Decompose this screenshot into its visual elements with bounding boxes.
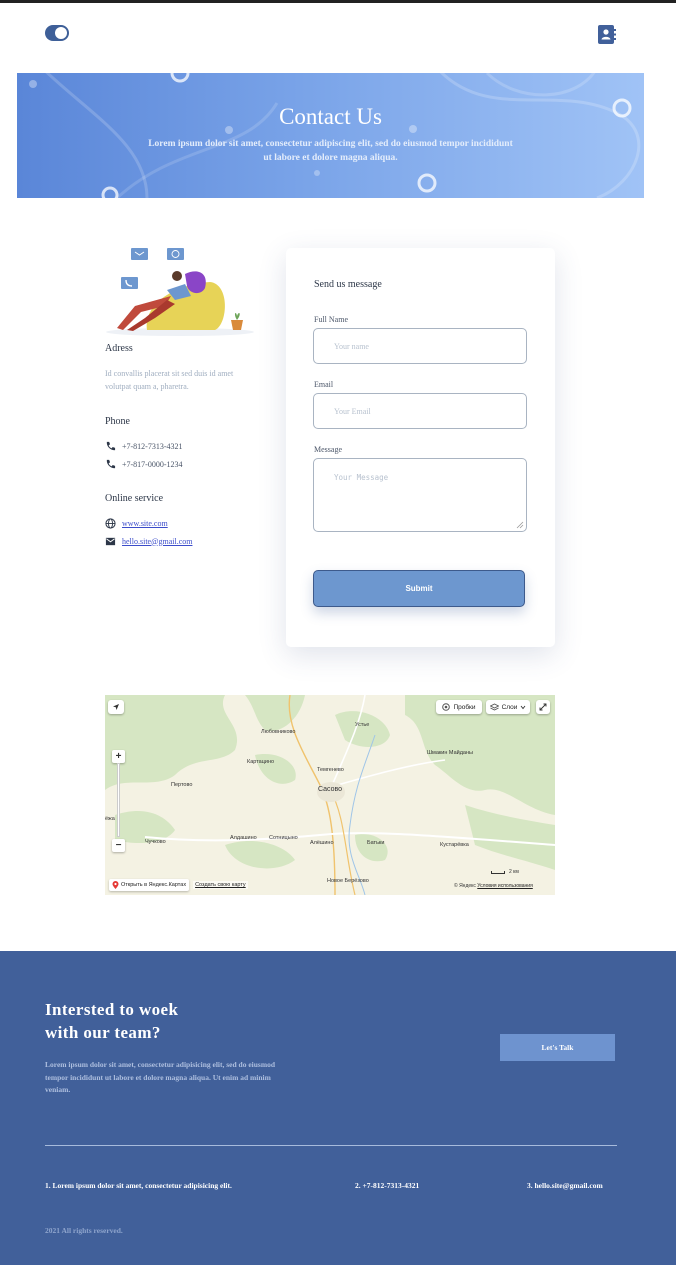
yandex-copyright: © Яндекс [454,883,476,889]
message-textarea[interactable]: Your Message [313,458,527,532]
footer-item-3: 3. hello.site@gmail.com [527,1181,603,1190]
website-link[interactable]: www.site.com [122,519,168,528]
open-in-yandex-button[interactable]: Открыть в Яндекс.Картах [109,879,190,891]
scale-label: 2 км [509,869,519,875]
locate-button[interactable] [108,700,124,714]
map-scale: 2 км [491,869,519,875]
phone-heading: Phone [105,416,130,427]
map-pin-icon [112,881,119,889]
email-row: hello.site@gmail.com [105,535,192,547]
footer-item-1: 1. Lorem ipsum dolor sit amet, consectet… [45,1181,232,1190]
map-place: Устье [355,722,370,728]
contact-illustration [106,248,254,336]
phone-icon [106,441,116,450]
resize-handle-icon[interactable] [516,521,524,529]
hero-decoration [29,73,641,198]
map-place: Сасово [318,786,343,793]
submit-button[interactable]: Submit [313,570,525,607]
map-place: Батьки [367,840,385,846]
full-name-placeholder: Your name [334,341,369,351]
yandex-map[interactable]: Устье Любовниково Шмакин Майданы Картаци… [105,695,555,895]
map-place: Темгенево [317,767,344,773]
globe-icon [105,517,116,529]
footer-heading-line-1: Intersted to woek [45,1000,179,1019]
map-footer-links: Открыть в Яндекс.Картах Создать свою кар… [109,879,248,891]
phone-row: +7-812-7313-4321 [105,440,183,452]
map-place: Кустарёвка [440,842,469,848]
online-service-heading: Online service [105,493,164,504]
phone-number-1: +7-812-7313-4321 [122,441,183,451]
page-title: Contact Us [279,104,382,129]
terms-link[interactable]: Условия использования [477,883,533,889]
footer-divider [45,1145,617,1146]
traffic-label: Пробки [453,703,476,711]
open-in-yandex-label: Открыть в Яндекс.Картах [121,882,187,888]
full-name-label: Full Name [314,315,348,324]
map-place: Шмакин Майданы [427,750,473,756]
zoom-control: + − [112,747,125,855]
form-title: Send us message [314,279,382,290]
top-border [0,0,676,3]
footer-lead-text: Lorem ipsum dolor sit amet, consectetur … [45,1060,276,1094]
chevron-down-icon [521,705,526,709]
zoom-slider[interactable] [117,763,120,837]
full-name-input[interactable]: Your name [313,328,527,364]
zoom-out-button[interactable]: − [112,839,125,852]
message-placeholder: Your Message [334,473,389,482]
phone-icon [106,459,116,468]
traffic-button[interactable]: Пробки [436,700,482,714]
map-terrain [105,695,555,895]
map-place: Картацино [247,759,275,765]
layers-icon [489,703,499,711]
footer: Intersted to woek with our team? Lorem i… [0,951,676,1265]
contact-book-icon[interactable] [598,25,616,44]
footer-item-2: 2. +7-812-7313-4321 [355,1181,420,1190]
email-link[interactable]: hello.site@gmail.com [122,537,192,546]
address-heading: Adress [105,343,133,354]
message-label: Message [314,445,342,454]
create-map-link[interactable]: Создать свою карту [193,881,248,889]
map-copyright: © Яндекс Условия использования [454,883,533,889]
hero-banner: Contact Us Lorem ipsum dolor sit amet, c… [17,73,644,198]
location-arrow-icon [113,704,119,710]
email-placeholder: Your Email [334,406,371,416]
phone-number-2: +7-817-0000-1234 [122,459,183,469]
expand-icon [539,703,547,711]
traffic-icon [442,703,451,711]
email-input[interactable]: Your Email [313,393,527,429]
map-place: Алдашино [230,835,257,841]
footer-heading-line-2: with our team? [45,1023,161,1042]
map-place: Пертово [171,782,193,788]
map-place: Сотницыно [269,835,298,841]
address-text: Id convallis placerat sit sed duis id am… [105,369,234,391]
website-row: www.site.com [105,517,168,529]
theme-toggle-icon[interactable] [45,25,69,41]
mail-icon [105,537,116,545]
map-place: Новое Берёзово [327,878,369,884]
zoom-in-button[interactable]: + [112,750,125,763]
email-label: Email [314,380,334,389]
lets-talk-button[interactable]: Let's Talk [500,1034,615,1061]
hero-subtitle: Lorem ipsum dolor sit amet, consectetur … [148,139,513,163]
map-place: Чучково [145,839,166,845]
contact-form-card: Send us message Full Name Your name Emai… [286,248,555,647]
footer-heading: Intersted to woek with our team? [45,998,305,1044]
layers-label: Слои [501,703,518,711]
map-place: Любовниково [261,729,296,735]
map-place: Алёшино [310,840,334,846]
fullscreen-button[interactable] [536,700,550,714]
phone-row: +7-817-0000-1234 [105,458,183,470]
copyright-text: 2021 All rights reserved. [45,1226,123,1235]
layers-button[interactable]: Слои [486,700,530,714]
